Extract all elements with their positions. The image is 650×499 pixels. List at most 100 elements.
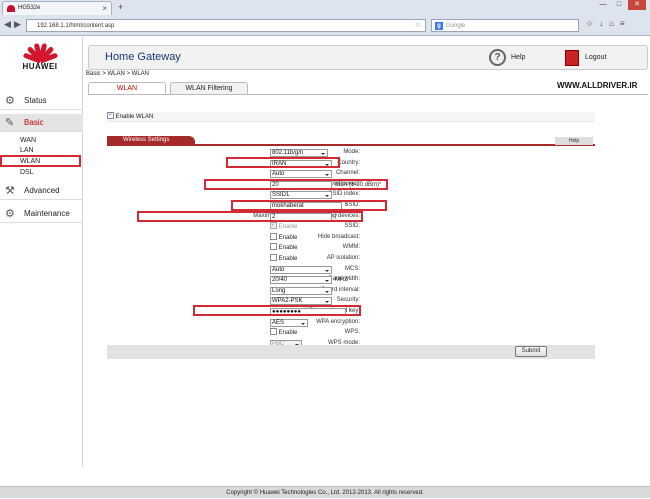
back-arrow-icon[interactable]: ◀ xyxy=(4,19,11,30)
mcs-select[interactable]: Auto xyxy=(270,265,332,274)
row-ssid-index: SSID index: SSID1 xyxy=(107,189,595,200)
section-help-button[interactable]: Help xyxy=(555,137,593,145)
navigation-bar: ◀ ▶ 192.168.1.1/html/content.asp ☆ g Goo… xyxy=(0,16,650,35)
close-tab-icon[interactable]: × xyxy=(102,2,107,15)
enable-wlan-checkbox[interactable]: ✓ xyxy=(107,111,114,119)
row-wmm: WMM: Enable xyxy=(107,242,595,253)
watermark: WWW.ALLDRIVER.IR xyxy=(557,81,638,90)
ap-isolation-label: AP isolation: xyxy=(326,255,360,261)
google-icon: g xyxy=(435,22,443,30)
row-ap-isolation: AP isolation: Enable xyxy=(107,253,595,264)
section-title: Wireless Settings xyxy=(107,136,195,145)
download-icon[interactable]: ↓ xyxy=(599,19,603,28)
window-controls: — □ ✕ xyxy=(596,0,646,12)
help-icon[interactable]: ? xyxy=(489,49,506,66)
row-hide-broadcast: Hide broadcast: Enable xyxy=(107,232,595,243)
enable-wlan-label: Enable WLAN xyxy=(115,114,154,120)
tx-power-highlight xyxy=(204,179,388,190)
home-icon[interactable]: ⌂ xyxy=(609,19,614,28)
row-bandwidth: Band width: 20/40 MHZ xyxy=(107,274,595,285)
wmm-label: WMM: xyxy=(342,244,360,251)
close-window-icon[interactable]: ✕ xyxy=(628,0,646,10)
search-box[interactable]: g Google xyxy=(431,19,579,32)
row-country: Country: IRAN xyxy=(107,158,595,169)
huawei-petals-icon xyxy=(22,41,59,64)
url-text: 192.168.1.1/html/content.asp xyxy=(37,23,115,29)
menu-icon[interactable]: ≡ xyxy=(620,19,625,28)
sidebar-item-maintenance[interactable]: ⚙ Maintenance xyxy=(0,205,83,223)
country-highlight xyxy=(226,157,340,168)
submenu-dsl[interactable]: DSL xyxy=(20,168,34,178)
status-icon: ⚙ xyxy=(5,95,15,107)
tab-wlan[interactable]: WLAN xyxy=(88,82,166,94)
maintenance-icon: ⚙ xyxy=(5,208,15,220)
minimize-icon[interactable]: — xyxy=(596,0,610,10)
form-footer: Submit xyxy=(107,345,595,359)
ssid-highlight xyxy=(231,200,387,211)
address-bar[interactable]: 192.168.1.1/html/content.asp ☆ xyxy=(26,19,426,32)
toolbar-icons: ☆ ↓ ⌂ ≡ xyxy=(586,19,625,28)
bandwidth-unit: MHZ xyxy=(335,277,348,284)
sidebar-item-label: Basic xyxy=(24,118,44,127)
wps-checkbox[interactable] xyxy=(270,328,277,336)
mode-select[interactable]: 802.11b/g/n xyxy=(270,149,328,157)
sidebar-item-label: Advanced xyxy=(24,186,60,195)
row-wps: WPS: Enable xyxy=(107,327,595,338)
hide-broadcast-label: Hide broadcast: xyxy=(317,233,360,240)
page-title: Home Gateway xyxy=(105,51,181,63)
wps-label: WPS: xyxy=(344,329,360,336)
sidebar-item-basic[interactable]: ✎ Basic xyxy=(0,114,83,132)
row-channel: Channel: Auto xyxy=(107,168,595,179)
sidebar-item-status[interactable]: ⚙ Status xyxy=(0,92,83,110)
hide-broadcast-text: Enable xyxy=(278,234,298,241)
row-wpa-encryption: WPA encryption: AES xyxy=(107,317,595,328)
ssid-index-label: SSID index: xyxy=(328,191,360,198)
tab-title: HG532e xyxy=(18,5,41,11)
help-link[interactable]: Help xyxy=(511,54,525,61)
copyright-footer: Copyright © Huawei Technologies Co., Ltd… xyxy=(0,486,650,498)
country-label: Country: xyxy=(337,159,360,166)
bookmarks-icon[interactable]: ☆ xyxy=(586,19,593,28)
wpa-encryption-label: WPA encryption: xyxy=(316,318,360,325)
bookmark-star-icon[interactable]: ☆ xyxy=(415,20,421,32)
guard-interval-select[interactable]: Long xyxy=(270,286,332,295)
logout-icon[interactable] xyxy=(565,50,579,66)
wrench-icon: ✎ xyxy=(5,117,15,129)
tab-wlan-filtering[interactable]: WLAN Filtering xyxy=(170,82,248,94)
maximize-icon[interactable]: □ xyxy=(612,0,626,10)
row-guard-interval: Guard interval: Long xyxy=(107,285,595,296)
wmm-text: Enable xyxy=(278,245,298,252)
row-mode: Mode: 802.11b/g/n xyxy=(107,147,595,158)
sidebar-item-label: Maintenance xyxy=(24,209,70,218)
mode-label: Mode: xyxy=(343,149,360,155)
search-placeholder: Google xyxy=(446,23,466,29)
header-bar: Home Gateway ? Help Logout xyxy=(88,45,648,70)
wmm-checkbox[interactable] xyxy=(270,243,277,251)
browser-tab[interactable]: HG532e × xyxy=(2,1,112,15)
huawei-logo: HUAWEI xyxy=(10,41,70,75)
hide-broadcast-checkbox[interactable] xyxy=(270,232,277,240)
row-ssid-enable: SSID: ✓ Enable xyxy=(107,221,595,232)
bandwidth-select[interactable]: 20/40 xyxy=(270,276,332,285)
wpa-encryption-select[interactable]: AES xyxy=(270,318,308,327)
submenu-wan[interactable]: WAN xyxy=(20,136,36,146)
ssid-index-select[interactable]: SSID1 xyxy=(270,191,332,200)
channel-select[interactable]: Auto xyxy=(270,170,332,179)
ap-isolation-checkbox[interactable] xyxy=(270,253,277,261)
logout-link[interactable]: Logout xyxy=(585,54,606,61)
browser-chrome: HG532e × + — □ ✕ ◀ ▶ 192.168.1.1/html/co… xyxy=(0,0,650,36)
wlan-highlight xyxy=(0,155,81,167)
row-mcs: MCS: Auto xyxy=(107,264,595,275)
ssid-enable-checkbox[interactable]: ✓ xyxy=(270,222,277,230)
section-header: Wireless Settings Help xyxy=(107,136,595,146)
ssid-enable-text: Enable xyxy=(278,224,298,231)
forward-arrow-icon[interactable]: ▶ xyxy=(14,19,21,30)
mcs-label: MCS: xyxy=(345,265,360,272)
sidebar-item-label: Status xyxy=(24,96,47,105)
max-devices-highlight xyxy=(137,211,363,222)
breadcrumb: Basic > WLAN > WLAN xyxy=(86,71,150,77)
brand-name: HUAWEI xyxy=(22,62,58,71)
new-tab-icon[interactable]: + xyxy=(118,2,123,12)
submit-button[interactable]: Submit xyxy=(515,346,547,357)
sidebar-item-advanced[interactable]: ⚒ Advanced xyxy=(0,182,83,200)
